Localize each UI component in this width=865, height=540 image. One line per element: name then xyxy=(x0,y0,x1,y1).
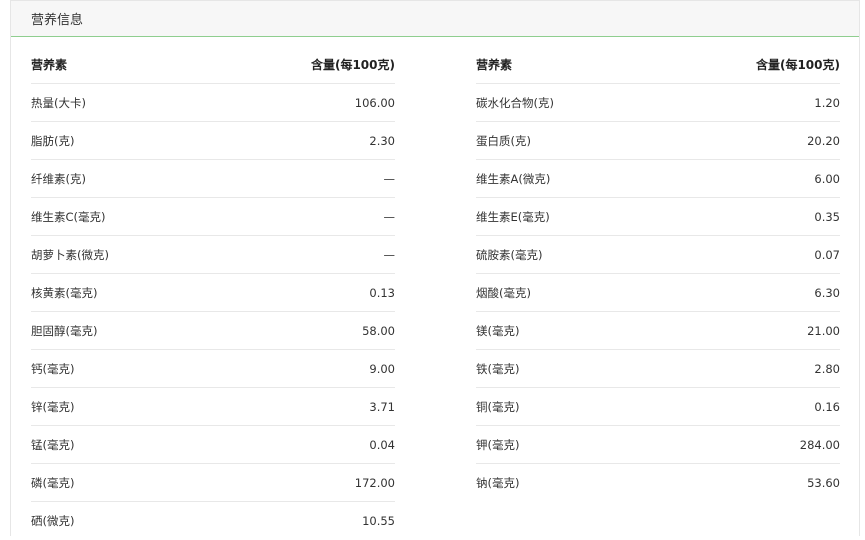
panel-title: 营养信息 xyxy=(31,13,84,28)
nutrient-row: 锌(毫克) 3.71 xyxy=(31,388,395,426)
nutrient-amount: — xyxy=(383,171,396,186)
nutrient-amount: 106.00 xyxy=(354,95,395,110)
nutrient-row: 铜(毫克) 0.16 xyxy=(476,388,840,426)
nutrient-amount: 2.80 xyxy=(814,361,840,376)
table-header-row: 营养素 含量(每100克) xyxy=(31,46,395,84)
nutrient-name: 镁(毫克) xyxy=(476,323,520,338)
nutrient-row: 钾(毫克) 284.00 xyxy=(476,426,840,464)
nutrient-row: 钠(毫克) 53.60 xyxy=(476,464,840,502)
nutrient-amount: 0.35 xyxy=(814,209,840,224)
nutrient-row: 碳水化合物(克) 1.20 xyxy=(476,84,840,122)
nutrient-name: 蛋白质(克) xyxy=(476,133,531,148)
column-header-nutrient: 营养素 xyxy=(31,58,68,72)
nutrient-name: 核黄素(毫克) xyxy=(31,285,98,300)
nutrition-tables: 营养素 含量(每100克) 热量(大卡) 106.00 脂肪(克) 2.30 纤维素(克… xyxy=(11,37,859,536)
nutrient-row: 脂肪(克) 2.30 xyxy=(31,122,395,160)
nutrient-name: 热量(大卡) xyxy=(31,95,86,110)
nutrient-amount: 6.00 xyxy=(814,171,840,186)
panel-header: 营养信息 xyxy=(11,0,859,37)
nutrient-name: 碳水化合物(克) xyxy=(476,95,554,110)
nutrient-row: 钙(毫克) 9.00 xyxy=(31,350,395,388)
nutrient-amount: 20.20 xyxy=(807,133,840,148)
nutrient-row: 胆固醇(毫克) 58.00 xyxy=(31,312,395,350)
nutrient-name: 硫胺素(毫克) xyxy=(476,247,543,262)
nutrient-amount: 0.04 xyxy=(369,437,395,452)
nutrient-name: 脂肪(克) xyxy=(31,133,75,148)
nutrient-name: 硒(微克) xyxy=(31,514,75,528)
nutrient-amount: 172.00 xyxy=(354,475,395,490)
nutrient-amount: 284.00 xyxy=(799,437,840,452)
nutrient-amount: — xyxy=(383,247,396,262)
table-header-row: 营养素 含量(每100克) xyxy=(476,46,840,84)
nutrient-row: 胡萝卜素(微克) — xyxy=(31,236,395,274)
nutrient-amount: — xyxy=(383,209,396,224)
column-header-amount: 含量(每100克) xyxy=(755,58,840,72)
nutrient-amount: 6.30 xyxy=(814,285,840,300)
nutrient-name: 钙(毫克) xyxy=(31,361,75,376)
nutrient-amount: 0.16 xyxy=(814,399,840,414)
nutrient-row: 热量(大卡) 106.00 xyxy=(31,84,395,122)
nutrient-row: 镁(毫克) 21.00 xyxy=(476,312,840,350)
nutrient-row: 磷(毫克) 172.00 xyxy=(31,464,395,502)
nutrient-name: 铁(毫克) xyxy=(476,361,520,376)
nutrient-name: 铜(毫克) xyxy=(476,399,520,414)
column-header-amount: 含量(每100克) xyxy=(310,58,395,72)
nutrient-row: 维生素E(毫克) 0.35 xyxy=(476,198,840,236)
nutrient-row: 硒(微克) 10.55 xyxy=(31,502,395,540)
nutrient-row: 铁(毫克) 2.80 xyxy=(476,350,840,388)
nutrient-name: 钠(毫克) xyxy=(476,476,520,490)
nutrient-name: 胆固醇(毫克) xyxy=(31,323,98,338)
nutrient-name: 锌(毫克) xyxy=(31,399,75,414)
nutrient-name: 钾(毫克) xyxy=(476,437,520,452)
nutrient-amount: 1.20 xyxy=(814,95,840,110)
nutrient-row: 纤维素(克) — xyxy=(31,160,395,198)
nutrient-row: 硫胺素(毫克) 0.07 xyxy=(476,236,840,274)
column-header-nutrient: 营养素 xyxy=(476,58,513,72)
nutrient-name: 烟酸(毫克) xyxy=(476,285,531,300)
nutrition-table-left: 营养素 含量(每100克) 热量(大卡) 106.00 脂肪(克) 2.30 纤维素(克… xyxy=(31,46,395,540)
nutrient-row: 锰(毫克) 0.04 xyxy=(31,426,395,464)
nutrient-amount: 2.30 xyxy=(369,133,395,148)
nutrient-row: 烟酸(毫克) 6.30 xyxy=(476,274,840,312)
nutrient-amount: 9.00 xyxy=(369,361,395,376)
nutrient-amount: 3.71 xyxy=(369,399,395,414)
nutrient-amount: 10.55 xyxy=(362,514,395,528)
nutrient-row: 维生素C(毫克) — xyxy=(31,198,395,236)
nutrition-panel: 营养信息 营养素 含量(每100克) 热量(大卡) 106.00 脂肪(克) 2.30… xyxy=(10,0,860,536)
nutrient-row: 蛋白质(克) 20.20 xyxy=(476,122,840,160)
nutrient-amount: 21.00 xyxy=(807,323,840,338)
nutrient-name: 锰(毫克) xyxy=(31,437,75,452)
nutrient-name: 胡萝卜素(微克) xyxy=(31,247,109,262)
nutrient-amount: 53.60 xyxy=(807,476,840,490)
nutrient-name: 维生素E(毫克) xyxy=(476,209,550,224)
nutrient-amount: 0.13 xyxy=(369,285,395,300)
nutrient-amount: 58.00 xyxy=(362,323,395,338)
nutrient-name: 纤维素(克) xyxy=(31,171,86,186)
nutrient-name: 磷(毫克) xyxy=(31,475,75,490)
nutrient-row: 核黄素(毫克) 0.13 xyxy=(31,274,395,312)
nutrient-amount: 0.07 xyxy=(814,247,840,262)
nutrient-name: 维生素A(微克) xyxy=(476,171,551,186)
nutrient-row: 维生素A(微克) 6.00 xyxy=(476,160,840,198)
nutrient-name: 维生素C(毫克) xyxy=(31,209,106,224)
nutrition-table-right: 营养素 含量(每100克) 碳水化合物(克) 1.20 蛋白质(克) 20.20 维生素… xyxy=(476,46,840,502)
